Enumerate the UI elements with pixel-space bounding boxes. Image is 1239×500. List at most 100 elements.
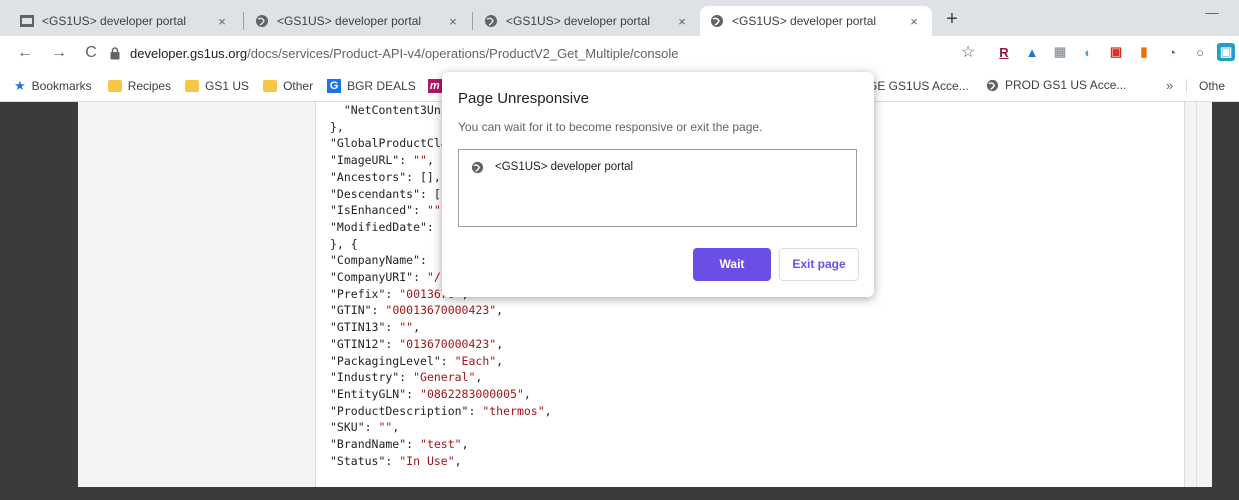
json-string-value: "013670000423" (399, 336, 497, 351)
address-bar[interactable]: developer.gs1us.org /docs/services/Produ… (110, 39, 910, 67)
page-scrollbar[interactable] (1196, 102, 1212, 487)
drive-icon[interactable]: ▲ (1021, 41, 1043, 63)
wait-button[interactable]: Wait (693, 248, 771, 281)
tab-1[interactable]: <GS1US> developer portal × (10, 6, 240, 36)
back-button[interactable]: ← (14, 42, 36, 64)
json-token: , (496, 303, 504, 318)
globe-icon (255, 14, 269, 28)
json-string-value: "thermos" (482, 403, 545, 418)
tab-separator (472, 12, 473, 30)
json-string-value: "test" (420, 437, 462, 452)
extension-square-icon[interactable]: ▣ (1217, 43, 1235, 61)
portal-favicon-icon (20, 14, 34, 28)
bookmark-label: Bookmarks (31, 78, 92, 93)
exit-page-button[interactable]: Exit page (779, 248, 859, 281)
tab-title: <GS1US> developer portal (277, 14, 422, 28)
code-line: "PackagingLevel": "Each", (330, 353, 552, 370)
bookmark-label: AGE GS1US Acce... (860, 79, 969, 93)
json-token: "CompanyName": (330, 253, 427, 268)
bookmark-age-gs1us[interactable]: AGE GS1US Acce... (860, 79, 969, 93)
code-line: "GTIN12": "013670000423", (330, 336, 552, 353)
reload-button[interactable]: C (80, 42, 102, 64)
json-token: "IsEnhanced": (330, 203, 427, 218)
extension-circle-icon[interactable]: ○ (1189, 41, 1211, 63)
extension-swirl-icon[interactable]: ◐ (1077, 41, 1099, 63)
json-string-value: "" (426, 203, 441, 218)
bookmark-star-icon[interactable]: ☆ (957, 41, 979, 63)
json-string-value: "" (378, 420, 393, 435)
close-icon[interactable]: × (214, 14, 230, 29)
forward-button[interactable]: → (48, 42, 70, 64)
json-token: "NetContent3Uni (330, 103, 448, 117)
star-icon: ★ (14, 77, 26, 93)
code-line: "EntityGLN": "0862283000005", (330, 386, 552, 403)
json-token: "GlobalProductCla (330, 136, 448, 151)
minimize-button[interactable]: — (1205, 4, 1219, 20)
dialog-title: Page Unresponsive (458, 90, 589, 107)
json-string-value: "" (413, 153, 427, 168)
code-line: "BrandName": "test", (330, 436, 552, 453)
json-token: , (475, 370, 483, 385)
tab-strip: <GS1US> developer portal × <GS1US> devel… (0, 0, 1239, 36)
json-string-value: "Each" (454, 353, 497, 368)
close-icon[interactable]: × (906, 14, 922, 29)
bgr-logo-icon: G (327, 78, 342, 93)
tab-2[interactable]: <GS1US> developer portal × (245, 6, 471, 36)
extension-grid-icon[interactable]: ▦ (1049, 41, 1071, 63)
folder-icon (185, 79, 200, 92)
json-token: "GTIN12": (330, 336, 400, 351)
globe-icon (986, 79, 999, 92)
json-token: "Descendants": [] (330, 186, 448, 201)
bookmark-bgr-deals[interactable]: G BGR DEALS (327, 78, 416, 93)
tab-4-active[interactable]: <GS1US> developer portal × (700, 6, 932, 36)
extension-red-box-icon[interactable]: ▣ (1105, 41, 1127, 63)
code-line: "Status": "In Use", (330, 453, 552, 470)
json-token: , (496, 353, 504, 368)
globe-icon (710, 14, 724, 28)
bookmarks-button[interactable]: ★ Bookmarks (14, 78, 92, 94)
bookmark-folder-recipes[interactable]: Recipes (107, 79, 171, 93)
bookmark-label: Other (283, 78, 314, 93)
bookmark-folder-gs1us[interactable]: GS1 US (185, 79, 249, 93)
close-icon[interactable]: × (674, 14, 690, 29)
json-token: "Ancestors": [], (330, 169, 441, 184)
json-token: }, { (330, 236, 358, 251)
bookmark-folder-other[interactable]: Other (263, 79, 313, 93)
code-line: "GTIN13": "", (330, 319, 552, 336)
tab-title: <GS1US> developer portal (42, 14, 187, 28)
json-token: "ImageURL": (330, 153, 414, 168)
json-token: "PackagingLevel": (330, 353, 455, 368)
json-token: "CompanyURI": (330, 270, 427, 285)
bookmark-label: PROD GS1 US Acce... (1005, 78, 1127, 92)
json-string-value: "In Use" (399, 453, 455, 468)
page-unresponsive-dialog: Page Unresponsive You can wait for it to… (442, 72, 874, 297)
tab-separator (243, 12, 244, 30)
url-path: /docs/services/Product-API-v4/operations… (247, 45, 679, 61)
globe-icon (484, 14, 498, 28)
json-token: "ProductDescription": (330, 403, 483, 418)
office-icon[interactable]: ▮ (1133, 41, 1155, 63)
extension-gauge-icon[interactable]: ◔ (1161, 41, 1183, 63)
page-item-title: <GS1US> developer portal (495, 161, 634, 173)
bookmarks-overflow-button[interactable]: » (1166, 78, 1173, 93)
unresponsive-page-item: <GS1US> developer portal (471, 160, 633, 174)
tab-3[interactable]: <GS1US> developer portal × (474, 6, 700, 36)
unresponsive-pages-list: <GS1US> developer portal (458, 149, 857, 227)
new-tab-button[interactable]: + (938, 6, 966, 34)
json-token: , (413, 320, 421, 335)
bookmark-label: Othe (1199, 79, 1226, 93)
bookmark-prod-gs1us[interactable]: PROD GS1 US Acce... (986, 78, 1126, 92)
code-line: "SKU": "", (330, 419, 552, 436)
close-icon[interactable]: × (445, 14, 461, 29)
bookmark-folder-other-bookmarks[interactable]: Othe (1186, 79, 1225, 93)
json-token: "Industry": (330, 370, 414, 385)
tab-title: <GS1US> developer portal (732, 14, 877, 28)
json-token: "Status": (330, 453, 400, 468)
json-token: , (544, 403, 552, 418)
json-token: , (392, 420, 400, 435)
browser-toolbar: ← → C developer.gs1us.org /docs/services… (0, 36, 1239, 70)
json-token: "ModifiedDate": (330, 219, 441, 234)
extension-r-icon[interactable]: R (993, 41, 1015, 63)
json-token: "Prefix": (330, 286, 400, 301)
bookmark-m[interactable]: m (427, 78, 442, 93)
